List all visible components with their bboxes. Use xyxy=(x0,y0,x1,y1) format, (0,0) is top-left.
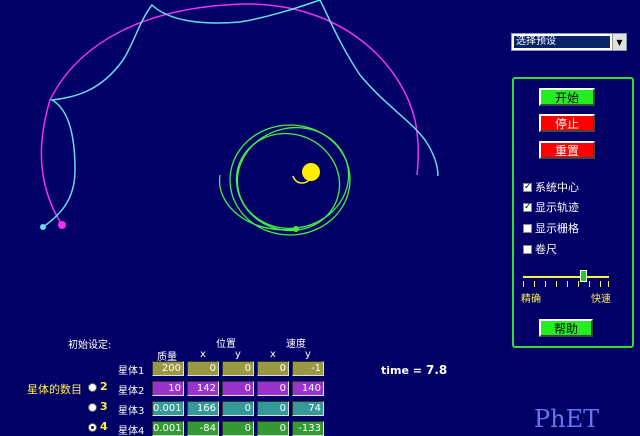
body-4-position-y-input[interactable]: 0 xyxy=(222,421,254,436)
body-3-velocity-x-input[interactable]: 0 xyxy=(257,401,289,416)
checkbox-tape-measure-label: 卷尺 xyxy=(535,243,557,256)
body-3-position-x-input[interactable]: 166 xyxy=(187,401,219,416)
body-2-position-y-input[interactable]: 0 xyxy=(222,381,254,396)
checkbox-show-grid[interactable]: 显示栅格 xyxy=(523,220,579,236)
body-1-velocity-x-input[interactable]: 0 xyxy=(257,361,289,376)
body-1-position-x-input[interactable]: 0 xyxy=(187,361,219,376)
body-1-name: 星体1 xyxy=(118,366,145,377)
speed-slider-high-label: 快速 xyxy=(591,294,611,305)
body-1-mass-input[interactable]: 200 xyxy=(152,361,184,376)
position-y-header: y xyxy=(235,349,241,360)
time-label: time = xyxy=(381,364,422,377)
preset-dropdown[interactable]: 选择预设 ▼ xyxy=(511,33,627,51)
time-readout: time = 7.8 xyxy=(381,363,447,377)
body-1-velocity-y-input[interactable]: -1 xyxy=(292,361,324,376)
body-4-velocity-y-input[interactable]: -133 xyxy=(292,421,324,436)
checkbox-icon[interactable]: ✓ xyxy=(523,202,532,212)
body-2-planet[interactable] xyxy=(58,221,66,229)
position-header: 位置 xyxy=(216,339,236,350)
body-2-name: 星体2 xyxy=(118,386,145,397)
checkbox-show-trails-label: 显示轨迹 xyxy=(535,201,579,214)
body-2-mass-input[interactable]: 10 xyxy=(152,381,184,396)
body-4-planet[interactable] xyxy=(293,226,299,232)
checkbox-icon[interactable]: ✓ xyxy=(523,182,532,192)
checkbox-icon[interactable] xyxy=(523,244,532,254)
trail-body-4-c xyxy=(235,132,341,232)
body-1-position-y-input[interactable]: 0 xyxy=(222,361,254,376)
body-2-position-x-input[interactable]: 142 xyxy=(187,381,219,396)
position-x-header: x xyxy=(200,349,206,360)
radio-icon[interactable] xyxy=(88,383,97,392)
body-count-label: 星体的数目 xyxy=(27,383,82,396)
checkbox-tape-measure[interactable]: 卷尺 xyxy=(523,241,557,257)
trail-body-2 xyxy=(40,3,419,226)
body-3-position-y-input[interactable]: 0 xyxy=(222,401,254,416)
dropdown-arrow-icon[interactable]: ▼ xyxy=(612,34,626,50)
body-2-velocity-y-input[interactable]: 140 xyxy=(292,381,324,396)
start-button[interactable]: 开始 xyxy=(539,88,595,106)
body-count-option-2[interactable]: 2 xyxy=(100,380,108,393)
checkbox-show-trails[interactable]: ✓ 显示轨迹 xyxy=(523,199,579,215)
phet-logo[interactable]: PhET xyxy=(534,405,599,433)
body-3-mass-input[interactable]: 0.001 xyxy=(152,401,184,416)
slider-thumb-icon[interactable] xyxy=(580,270,587,282)
body-2-velocity-x-input[interactable]: 0 xyxy=(257,381,289,396)
time-value: 7.8 xyxy=(426,363,448,377)
simulation-canvas[interactable] xyxy=(0,0,500,330)
radio-icon[interactable] xyxy=(88,403,97,412)
body-4-position-x-input[interactable]: -84 xyxy=(187,421,219,436)
body-3-planet[interactable] xyxy=(40,224,46,230)
stop-button[interactable]: 停止 xyxy=(539,114,595,132)
trail-body-3 xyxy=(42,0,439,228)
body-4-velocity-x-input[interactable]: 0 xyxy=(257,421,289,436)
body-count-option-4[interactable]: 4 xyxy=(100,420,108,433)
body-count-option-3[interactable]: 3 xyxy=(100,400,108,413)
settings-title: 初始设定: xyxy=(68,340,112,351)
body-4-mass-input[interactable]: 0.001 xyxy=(152,421,184,436)
trail-body-4-a xyxy=(229,124,351,236)
velocity-header: 速度 xyxy=(286,339,306,350)
checkbox-system-center[interactable]: ✓ 系统中心 xyxy=(523,179,579,195)
checkbox-system-center-label: 系统中心 xyxy=(535,181,579,194)
speed-slider-track[interactable] xyxy=(523,276,609,278)
trail-body-4-d xyxy=(218,174,297,231)
checkbox-show-grid-label: 显示栅格 xyxy=(535,222,579,235)
body-4-name: 星体4 xyxy=(118,426,145,436)
reset-button[interactable]: 重置 xyxy=(539,141,595,159)
velocity-x-header: x xyxy=(270,349,276,360)
speed-slider-ticks xyxy=(523,281,609,289)
body-3-name: 星体3 xyxy=(118,406,145,417)
checkbox-icon[interactable] xyxy=(523,223,532,233)
radio-icon[interactable] xyxy=(88,423,97,432)
body-1-sun[interactable] xyxy=(302,163,320,181)
help-button[interactable]: 帮助 xyxy=(539,319,593,337)
velocity-y-header: y xyxy=(305,349,311,360)
speed-slider-low-label: 精确 xyxy=(521,294,541,305)
control-panel: 开始 停止 重置 ✓ 系统中心 ✓ 显示轨迹 显示栅格 卷尺 精确 快速 帮助 xyxy=(512,77,634,348)
body-3-velocity-y-input[interactable]: 74 xyxy=(292,401,324,416)
preset-dropdown-value: 选择预设 xyxy=(514,36,610,48)
